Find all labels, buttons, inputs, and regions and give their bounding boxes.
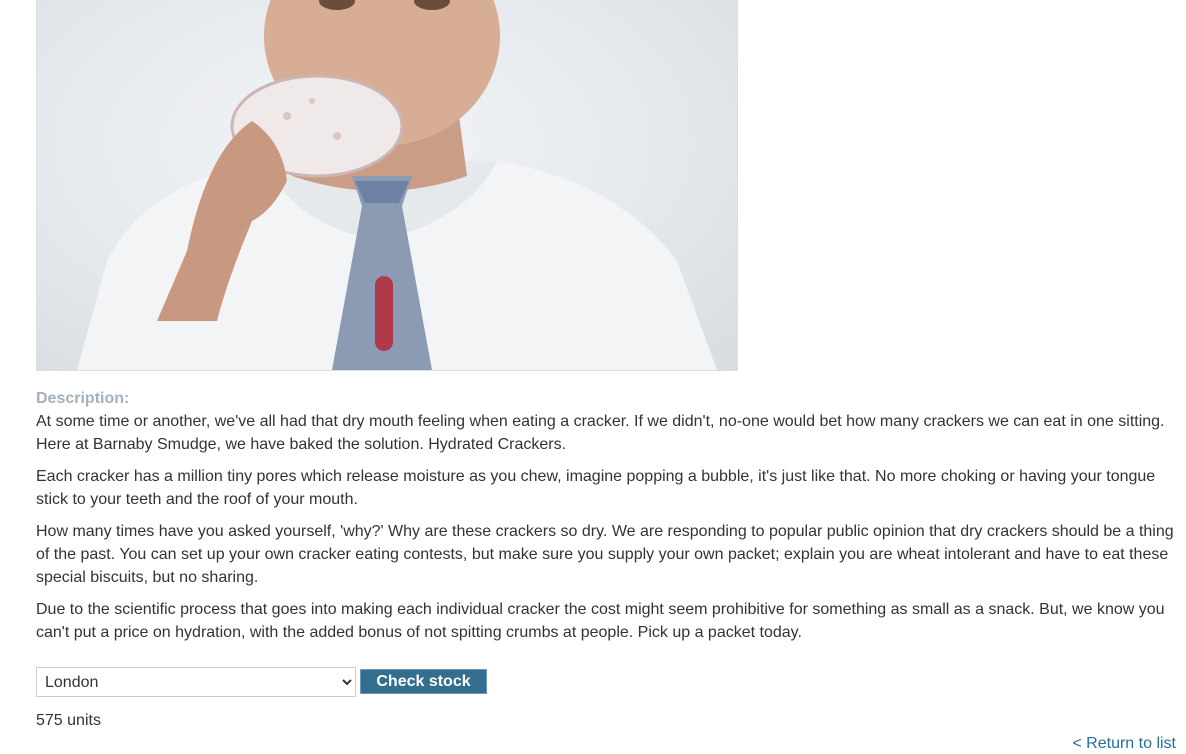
man-eating-donut-photo bbox=[77, 0, 717, 370]
description-paragraph: Each cracker has a million tiny pores wh… bbox=[36, 467, 1156, 508]
stock-result: 575 units bbox=[36, 712, 101, 729]
check-stock-button[interactable]: Check stock bbox=[360, 669, 487, 694]
product-image bbox=[36, 0, 738, 371]
description-label: Description: bbox=[36, 390, 130, 407]
return-to-list-link[interactable]: < Return to list bbox=[1072, 734, 1176, 754]
description-paragraph: How many times have you asked yourself, … bbox=[36, 522, 1174, 586]
description-paragraph: Due to the scientific process that goes … bbox=[36, 600, 1165, 641]
store-location-select[interactable]: London bbox=[36, 667, 356, 697]
product-description: Description: At some time or another, we… bbox=[36, 388, 1176, 654]
description-paragraph: At some time or another, we've all had t… bbox=[36, 412, 1165, 453]
